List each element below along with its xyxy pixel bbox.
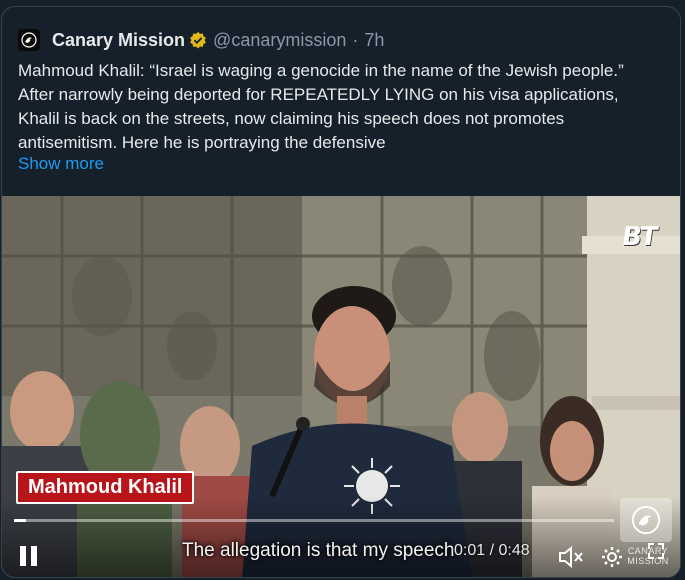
video-caption: The allegation is that my speech bbox=[182, 540, 455, 561]
canary-bird-icon bbox=[21, 32, 37, 48]
pause-button[interactable] bbox=[20, 546, 40, 568]
tweet-card[interactable]: Canary Mission @canarymission · 7h Mahmo… bbox=[1, 6, 681, 578]
settings-button[interactable] bbox=[600, 545, 624, 574]
author-name[interactable]: Canary Mission bbox=[52, 30, 185, 51]
gear-icon bbox=[602, 547, 622, 567]
video-time: 0:01 / 0:48 bbox=[454, 542, 530, 559]
video-player[interactable]: BT Mahmoud Khalil CANARY MISSION The all… bbox=[2, 196, 680, 577]
fullscreen-icon bbox=[648, 543, 664, 559]
pause-icon bbox=[20, 546, 26, 566]
progress-fill bbox=[14, 519, 26, 522]
tweet-header: Canary Mission @canarymission · 7h bbox=[18, 25, 384, 55]
fullscreen-button[interactable] bbox=[646, 541, 666, 566]
mute-button[interactable] bbox=[558, 545, 584, 574]
author-handle[interactable]: @canarymission bbox=[213, 30, 346, 51]
canary-bird-icon bbox=[631, 505, 661, 535]
avatar[interactable] bbox=[18, 29, 40, 51]
show-more-link[interactable]: Show more bbox=[18, 154, 104, 174]
channel-logo: BT bbox=[619, 222, 658, 252]
tweet-text: Mahmoud Khalil: “Israel is waging a geno… bbox=[18, 61, 624, 152]
speaker-name-tag: Mahmoud Khalil bbox=[16, 471, 195, 504]
separator-dot: · bbox=[352, 29, 359, 50]
mute-icon bbox=[559, 545, 583, 569]
canary-mission-watermark bbox=[620, 498, 672, 542]
verified-badge-icon bbox=[189, 31, 207, 49]
post-time[interactable]: 7h bbox=[364, 30, 384, 51]
video-progress-bar[interactable] bbox=[14, 519, 614, 522]
